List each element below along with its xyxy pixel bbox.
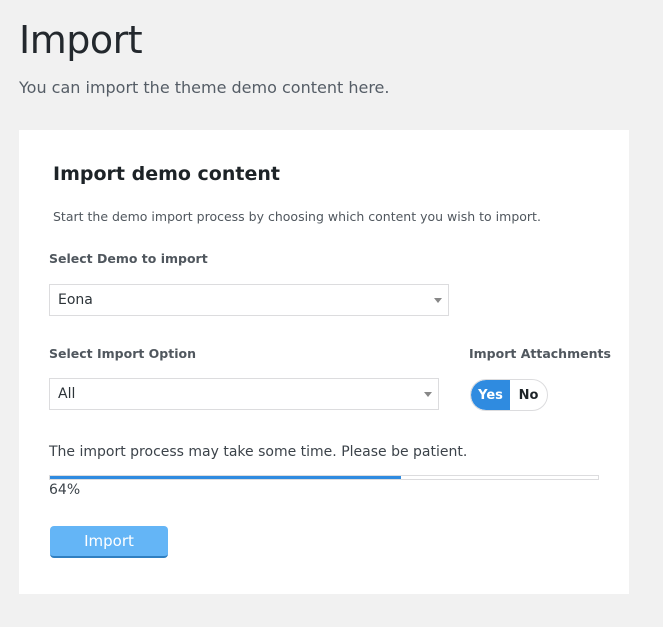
import-option-select[interactable]: All [49,378,439,410]
toggle-yes-option[interactable]: Yes [471,380,510,410]
progress-percent: 64% [49,482,81,498]
import-notice: The import process may take some time. P… [49,444,468,460]
attachments-label: Import Attachments [469,346,611,361]
chevron-down-icon [424,392,432,397]
import-card: Import demo content Start the demo impor… [19,130,629,594]
card-description: Start the demo import process by choosin… [53,209,541,224]
card-title: Import demo content [53,163,280,185]
option-select-value: All [58,386,76,402]
import-button[interactable]: Import [50,526,168,558]
toggle-no-option[interactable]: No [510,380,547,410]
progress-fill [50,476,401,479]
option-select-label: Select Import Option [49,346,197,361]
page-title: Import [19,18,143,62]
chevron-down-icon [434,298,442,303]
demo-select-value: Eona [58,292,93,308]
attachments-toggle[interactable]: Yes No [470,379,548,411]
demo-select-label: Select Demo to import [49,251,208,266]
page-subtitle: You can import the theme demo content he… [19,78,390,97]
demo-select[interactable]: Eona [49,284,449,316]
progress-bar [49,475,599,480]
